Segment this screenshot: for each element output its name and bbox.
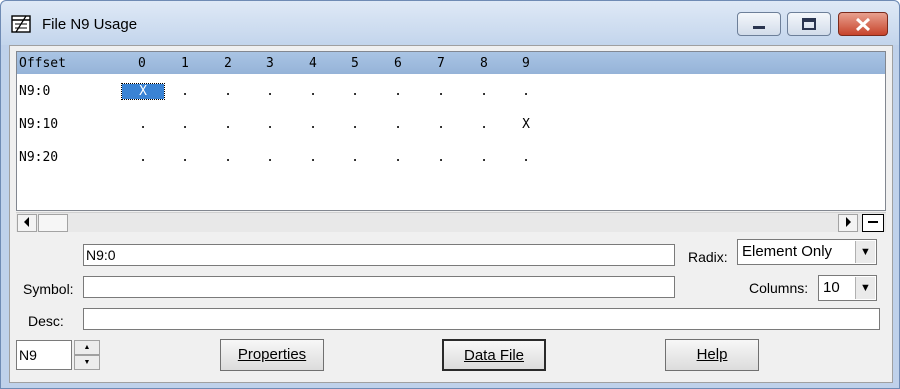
grid-cell[interactable]: . xyxy=(473,150,495,165)
grid-row: N9:0 X . . . . . . . . . xyxy=(17,83,885,104)
grid-cell[interactable]: . xyxy=(217,150,239,165)
radix-value: Element Only xyxy=(742,243,833,260)
column-header: 9 xyxy=(522,56,530,71)
grid-cell[interactable]: . xyxy=(387,150,409,165)
scroll-left-button[interactable] xyxy=(17,214,37,232)
address-field[interactable]: N9:0 xyxy=(83,244,675,266)
grid-cell[interactable]: X xyxy=(515,117,537,132)
grid-cell[interactable]: . xyxy=(344,150,366,165)
row-label: N9:10 xyxy=(19,117,59,132)
column-header: 7 xyxy=(437,56,445,71)
window-title: File N9 Usage xyxy=(42,16,138,33)
grid-cell[interactable]: . xyxy=(217,117,239,132)
grid-cell[interactable]: . xyxy=(515,150,537,165)
grid-cell[interactable]: . xyxy=(217,84,239,99)
offset-header: Offset xyxy=(19,56,66,71)
grid-cell[interactable]: . xyxy=(473,117,495,132)
minimize-button[interactable] xyxy=(737,12,781,36)
radix-select[interactable]: Element Only ▼ xyxy=(737,239,877,265)
grid-cell[interactable]: . xyxy=(473,84,495,99)
chevron-down-icon[interactable]: ▼ xyxy=(855,277,875,299)
maximize-icon xyxy=(802,18,816,30)
horizontal-scrollbar[interactable] xyxy=(16,212,886,232)
usage-grid[interactable]: Offset 0 1 2 3 4 5 6 7 8 9 N9:0 X . . . … xyxy=(16,51,886,211)
properties-button[interactable]: Properties xyxy=(220,339,324,371)
title-bar[interactable]: File N9 Usage xyxy=(1,1,899,45)
close-button[interactable] xyxy=(838,12,888,36)
grid-cell[interactable]: . xyxy=(302,117,324,132)
scrollbar-thumb[interactable] xyxy=(38,214,68,232)
grid-cell[interactable]: . xyxy=(387,117,409,132)
grid-cell[interactable]: . xyxy=(132,117,154,132)
grid-row: N9:20 . . . . . . . . . . xyxy=(17,150,885,170)
chevron-down-icon[interactable]: ▼ xyxy=(855,241,875,263)
grid-cell[interactable]: . xyxy=(344,117,366,132)
columns-label: Columns: xyxy=(749,280,809,296)
column-header: 4 xyxy=(309,56,317,71)
grid-cell[interactable]: . xyxy=(430,84,452,99)
dialog-body: Offset 0 1 2 3 4 5 6 7 8 9 N9:0 X . . . … xyxy=(9,45,893,383)
grid-cell[interactable]: . xyxy=(174,150,196,165)
symbol-label: Symbol: xyxy=(23,281,74,297)
grid-cell[interactable]: . xyxy=(259,150,281,165)
scroll-right-button[interactable] xyxy=(838,214,858,232)
grid-cell[interactable]: . xyxy=(259,117,281,132)
maximize-button[interactable] xyxy=(787,12,831,36)
scroll-right-arrow-icon xyxy=(846,217,851,227)
column-header: 6 xyxy=(394,56,402,71)
file-usage-window: File N9 Usage Offset 0 1 2 3 4 5 6 7 8 9… xyxy=(0,0,900,389)
help-button[interactable]: Help xyxy=(665,339,759,371)
grid-cell[interactable]: . xyxy=(344,84,366,99)
radix-label: Radix: xyxy=(688,249,728,265)
columns-select[interactable]: 10 ▼ xyxy=(818,275,877,301)
row-label: N9:20 xyxy=(19,150,59,165)
minus-icon xyxy=(868,221,878,223)
scroll-left-arrow-icon xyxy=(24,217,29,227)
split-button[interactable] xyxy=(862,214,884,232)
column-header: 1 xyxy=(181,56,189,71)
grid-cell[interactable]: . xyxy=(174,117,196,132)
grid-row: N9:10 . . . . . . . . . X xyxy=(17,117,885,137)
desc-label: Desc: xyxy=(28,313,64,329)
spin-down-button[interactable]: ▼ xyxy=(74,355,100,370)
grid-cell[interactable]: . xyxy=(174,84,196,99)
spin-up-button[interactable]: ▲ xyxy=(74,340,100,355)
row-label: N9:0 xyxy=(19,84,51,99)
symbol-field[interactable] xyxy=(83,276,675,298)
column-header: 5 xyxy=(351,56,359,71)
grid-cell[interactable]: . xyxy=(387,84,409,99)
column-header: 2 xyxy=(224,56,232,71)
desc-field[interactable] xyxy=(83,308,880,330)
grid-cell-selected[interactable]: X xyxy=(121,83,165,100)
grid-cell[interactable]: . xyxy=(430,150,452,165)
grid-cell[interactable]: . xyxy=(259,84,281,99)
grid-cell[interactable]: . xyxy=(430,117,452,132)
column-header: 8 xyxy=(480,56,488,71)
columns-value: 10 xyxy=(823,279,840,296)
column-header: 3 xyxy=(266,56,274,71)
column-header: 0 xyxy=(138,56,146,71)
close-icon xyxy=(855,17,871,32)
file-number-input[interactable]: N9 xyxy=(16,340,72,370)
data-table-icon xyxy=(11,15,31,33)
grid-cell[interactable]: . xyxy=(302,150,324,165)
grid-cell[interactable]: . xyxy=(132,150,154,165)
minimize-icon xyxy=(753,26,765,29)
grid-cell[interactable]: . xyxy=(302,84,324,99)
data-file-button[interactable]: Data File xyxy=(442,339,546,371)
grid-header: Offset 0 1 2 3 4 5 6 7 8 9 xyxy=(17,52,885,74)
grid-cell[interactable]: . xyxy=(515,84,537,99)
